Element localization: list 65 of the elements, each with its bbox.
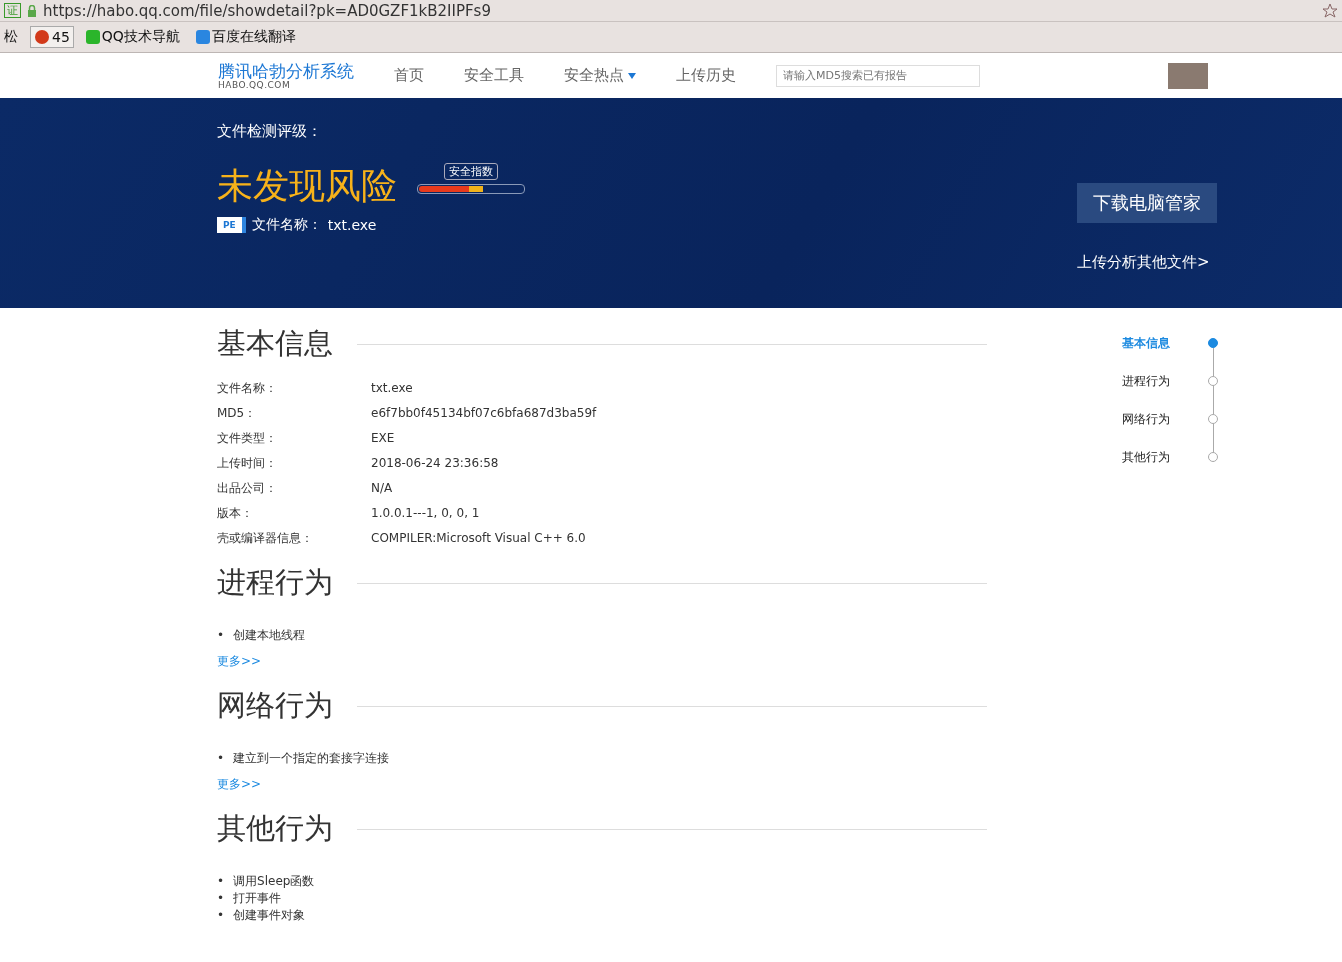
bullet: • [217,907,225,924]
banner-heading: 文件检测评级： [217,122,323,141]
field-value: COMPILER:Microsoft Visual C++ 6.0 [371,530,587,547]
nav-dot[interactable] [1208,414,1218,424]
logo-subtitle: HABO.QQ.COM [218,79,292,90]
field-label: 文件类型： [217,430,278,447]
lock-icon [27,4,37,17]
meter-label: 安全指数 [444,163,498,180]
nav-dot[interactable] [1208,452,1218,462]
bookmark-icon [195,30,210,44]
nav-link[interactable]: 安全工具 [464,66,524,85]
behavior-item: 建立到一个指定的套接字连接 [233,750,390,767]
avatar-icon [34,29,50,45]
section-title: 进程行为 [217,564,333,601]
nav-link[interactable]: 上传历史 [676,66,736,85]
bullet: • [217,873,225,890]
upload-link[interactable]: 上传分析其他文件> [1077,253,1210,272]
nav-dot[interactable] [1208,376,1218,386]
file-label: 文件名称： [251,216,322,234]
bullet: • [217,627,225,644]
field-value: 2018-06-24 23:36:58 [371,455,500,472]
section-title: 其他行为 [217,810,333,847]
bullet: • [217,890,225,907]
side-nav-link[interactable]: 其他行为 [1122,448,1178,466]
field-label: 出品公司： [217,480,278,497]
side-nav-link[interactable]: 基本信息 [1122,334,1178,352]
download-button[interactable]: 下载电脑管家 [1077,183,1217,223]
more-link[interactable]: 更多>> [217,776,987,793]
field-label: 版本： [217,505,254,522]
side-nav-link[interactable]: 进程行为 [1122,372,1178,390]
field-value: e6f7bb0f45134bf07c6bfa687d3ba59f [371,405,598,422]
section-title: 网络行为 [217,687,333,724]
more-link[interactable]: 更多>> [217,653,987,670]
field-label: 上传时间： [217,455,278,472]
search-field[interactable]: 请输入MD5搜索已有报告 [776,64,980,87]
field-value: EXE [371,430,396,447]
bookmark-icon [85,30,100,44]
bookmark[interactable]: 松 [0,25,22,49]
file-name: txt.exe [327,217,377,233]
nav-dot[interactable] [1208,338,1218,348]
address-bar[interactable]: https://habo.qq.com/file/showdetail?pk=AD0GZF1kB2IIPFs9 [43,1,1316,20]
bookmark[interactable]: 百度在线翻译 [191,25,300,49]
bullet: • [217,750,225,767]
field-label: 壳或编译器信息： [217,530,314,547]
field-value: txt.exe [371,380,414,397]
section-title: 基本信息 [217,325,333,362]
user-avatar[interactable] [1168,62,1208,89]
bookmark[interactable]: 45 [30,26,74,48]
field-label: 文件名称： [217,380,278,397]
file-type-badge: PE [217,217,246,233]
nav-link[interactable]: 首页 [394,66,424,85]
side-nav-link[interactable]: 网络行为 [1122,410,1178,428]
site-logo[interactable]: 腾讯哈勃分析系统 [218,61,354,80]
nav-link[interactable]: 安全热点 [564,66,636,85]
behavior-item: 创建本地线程 [233,627,306,644]
field-label: MD5： [217,405,258,422]
star-icon[interactable] [1322,2,1338,19]
behavior-item: 打开事件 [233,890,282,907]
behavior-item: 创建事件对象 [233,907,306,924]
field-value: 1.0.0.1---1, 0, 0, 1 [371,505,481,522]
behavior-item: 调用Sleep函数 [233,873,315,890]
certificate-badge: 证 [4,3,21,18]
bookmark[interactable]: QQ技术导航 [81,25,184,49]
verdict: 未发现风险 [217,164,397,208]
field-value: N/A [371,480,394,497]
